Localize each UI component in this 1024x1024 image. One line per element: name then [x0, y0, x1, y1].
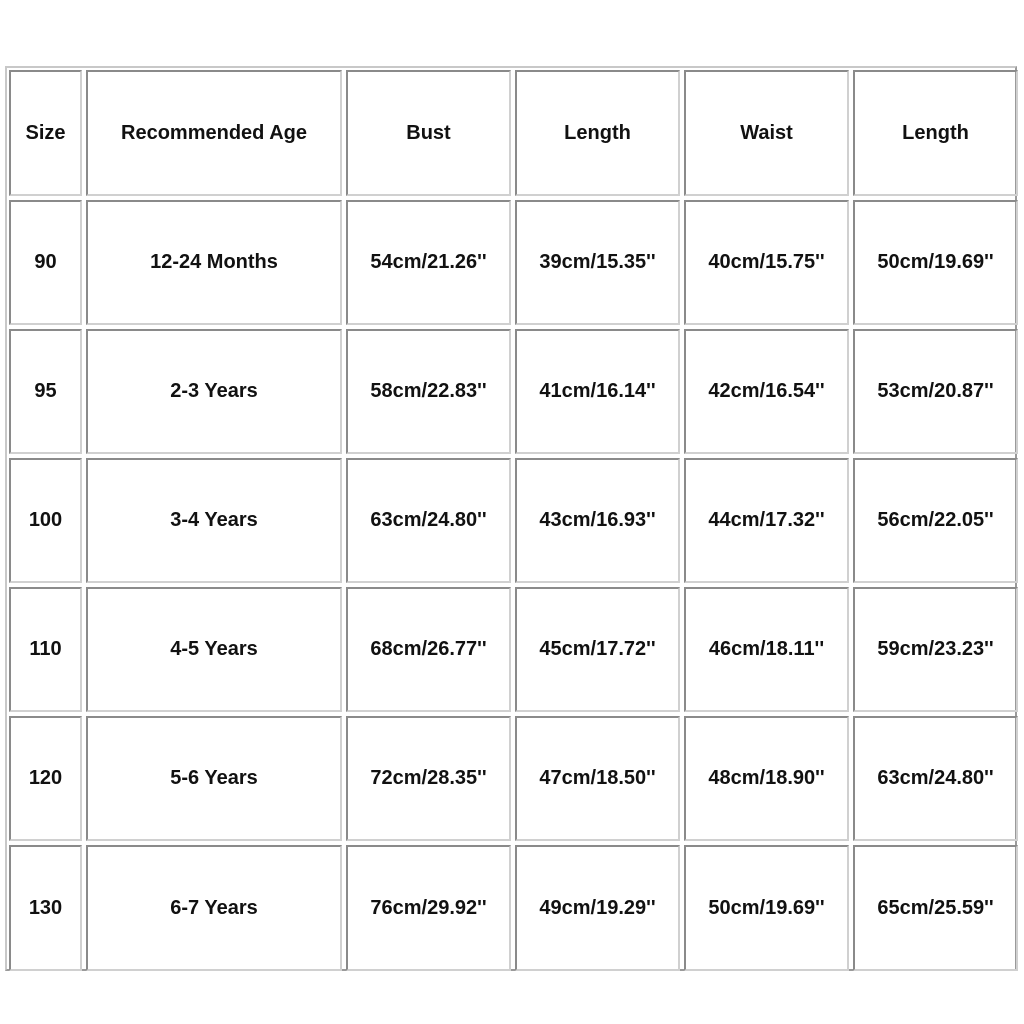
cell-recommended-age: 4-5 Years: [86, 587, 342, 712]
cell-size: 90: [9, 200, 82, 325]
cell-waist: 40cm/15.75'': [684, 200, 849, 325]
cell-pants-length: 65cm/25.59'': [853, 845, 1018, 971]
header-bust: Bust: [346, 70, 511, 196]
cell-pants-length: 63cm/24.80'': [853, 716, 1018, 841]
cell-waist: 48cm/18.90'': [684, 716, 849, 841]
header-recommended-age: Recommended Age: [86, 70, 342, 196]
cell-bust: 68cm/26.77'': [346, 587, 511, 712]
cell-pants-length: 59cm/23.23'': [853, 587, 1018, 712]
cell-bust: 72cm/28.35'': [346, 716, 511, 841]
cell-size: 110: [9, 587, 82, 712]
cell-recommended-age: 2-3 Years: [86, 329, 342, 454]
cell-top-length: 45cm/17.72'': [515, 587, 680, 712]
cell-top-length: 49cm/19.29'': [515, 845, 680, 971]
cell-pants-length: 53cm/20.87'': [853, 329, 1018, 454]
cell-size: 120: [9, 716, 82, 841]
cell-bust: 58cm/22.83'': [346, 329, 511, 454]
header-waist: Waist: [684, 70, 849, 196]
cell-top-length: 41cm/16.14'': [515, 329, 680, 454]
cell-recommended-age: 3-4 Years: [86, 458, 342, 583]
cell-recommended-age: 5-6 Years: [86, 716, 342, 841]
cell-top-length: 43cm/16.93'': [515, 458, 680, 583]
cell-recommended-age: 12-24 Months: [86, 200, 342, 325]
cell-top-length: 39cm/15.35'': [515, 200, 680, 325]
size-chart-table: Size Recommended Age Bust Length Waist Length…: [5, 66, 1018, 971]
header-size: Size: [9, 70, 82, 196]
cell-waist: 46cm/18.11'': [684, 587, 849, 712]
cell-bust: 76cm/29.92'': [346, 845, 511, 971]
cell-top-length: 47cm/18.50'': [515, 716, 680, 841]
cell-size: 95: [9, 329, 82, 454]
cell-recommended-age: 6-7 Years: [86, 845, 342, 971]
cell-pants-length: 50cm/19.69'': [853, 200, 1018, 325]
cell-pants-length: 56cm/22.05'': [853, 458, 1018, 583]
header-top-length: Length: [515, 70, 680, 196]
cell-size: 130: [9, 845, 82, 971]
cell-bust: 54cm/21.26'': [346, 200, 511, 325]
cell-waist: 44cm/17.32'': [684, 458, 849, 583]
cell-bust: 63cm/24.80'': [346, 458, 511, 583]
header-pants-length: Length: [853, 70, 1018, 196]
cell-waist: 50cm/19.69'': [684, 845, 849, 971]
cell-size: 100: [9, 458, 82, 583]
cell-waist: 42cm/16.54'': [684, 329, 849, 454]
